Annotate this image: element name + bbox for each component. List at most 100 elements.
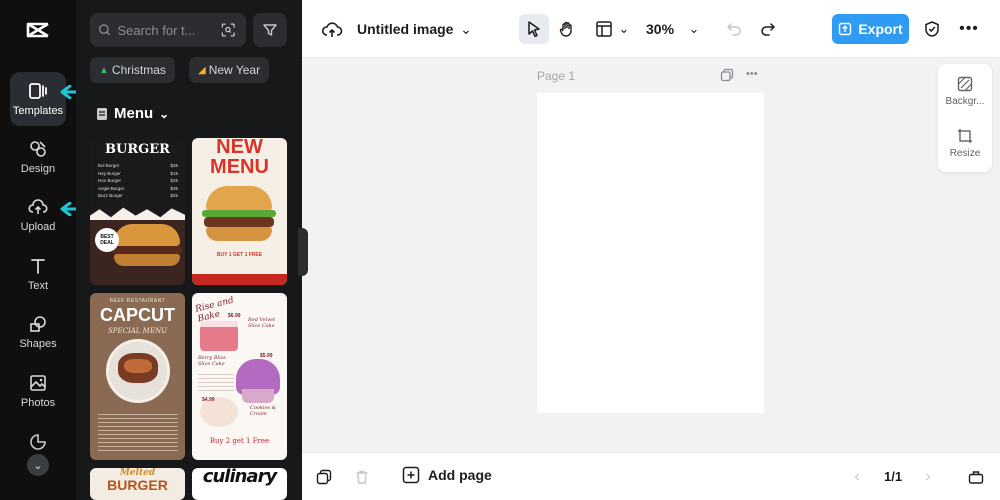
collapse-panel-handle[interactable] — [298, 228, 308, 276]
template-card-burger-menu[interactable]: BURGER Bol Burger $35 Hey Burger $15 Hoo B… — [90, 138, 185, 285]
christmas-tree-icon: ▲ — [99, 64, 109, 76]
resize-label: Resize — [949, 148, 981, 159]
chevron-down-icon: ⌄ — [159, 106, 170, 121]
redo-button[interactable] — [756, 17, 780, 41]
filter-button[interactable] — [253, 13, 287, 47]
party-popper-icon: ◢ — [198, 64, 206, 76]
chevron-left-icon: ‹ — [854, 468, 860, 485]
rail-label: Templates — [12, 105, 64, 117]
chevron-down-icon: ⌄ — [688, 21, 700, 36]
rail-item-text[interactable]: Text — [10, 247, 66, 301]
cloud-upload-icon — [321, 22, 343, 37]
select-tool-button[interactable] — [519, 14, 549, 44]
redo-icon — [761, 23, 775, 36]
bottom-bar: Add page ‹ 1/1 › — [302, 452, 1000, 500]
category-label: Menu — [114, 105, 154, 122]
layout-dropdown-button[interactable]: ⌄ — [612, 17, 636, 41]
upload-icon — [28, 199, 48, 214]
template-title: BURGER — [107, 477, 168, 493]
page-count: 1/1 — [884, 469, 903, 484]
template-card-capcut-special[interactable]: BEEF RESTAURANT CAPCUT SPECIAL MENU — [90, 293, 185, 460]
side-tools-panel: Backgr... Resize — [938, 64, 992, 172]
search-input[interactable] — [117, 22, 214, 38]
export-button[interactable]: Export — [832, 14, 909, 44]
hand-tool-button[interactable] — [555, 17, 579, 41]
document-title[interactable]: Untitled image — [357, 21, 453, 37]
cupcake-wrapper-graphic — [242, 389, 274, 403]
chip-label: Christmas — [111, 63, 166, 77]
text-icon — [31, 259, 45, 274]
page-more-icon[interactable]: ••• — [746, 68, 758, 82]
rail-label: Photos — [20, 397, 56, 409]
menu-lines-graphic — [98, 411, 178, 453]
pages-icon — [316, 469, 332, 485]
duplicate-page-icon[interactable] — [720, 68, 734, 82]
cursor-icon — [528, 21, 540, 38]
burger-bun-graphic — [114, 224, 180, 246]
add-page-button[interactable]: Add page — [402, 466, 492, 484]
resize-icon — [958, 129, 972, 143]
rail-item-design[interactable]: Design — [10, 130, 66, 184]
template-search[interactable] — [90, 13, 246, 47]
template-card-culinary[interactable]: culinary — [192, 468, 287, 500]
audio-icon[interactable] — [28, 432, 48, 452]
burger-bun-graphic — [206, 186, 272, 210]
product-name: Berry Bliss Slice Cake — [198, 355, 226, 367]
capcut-logo-icon[interactable] — [24, 16, 52, 44]
chip-new-year[interactable]: ◢ New Year — [189, 57, 270, 83]
undo-icon — [727, 23, 741, 36]
chip-label: New Year — [208, 63, 261, 77]
template-card-melted-burger[interactable]: Melted BURGER — [90, 468, 185, 500]
artboard-page[interactable] — [537, 93, 764, 413]
zoom-dropdown-button[interactable]: ⌄ — [682, 17, 706, 41]
image-search-icon[interactable] — [219, 19, 238, 41]
chevron-right-icon: › — [925, 468, 931, 485]
add-page-icon — [402, 466, 420, 484]
shapes-icon — [30, 316, 46, 332]
rail-item-templates[interactable]: Templates — [10, 72, 66, 126]
chevron-down-icon: ⌄ — [33, 459, 43, 472]
next-page-button[interactable]: › — [918, 467, 938, 487]
zoom-level[interactable]: 30% — [646, 21, 674, 37]
steak-highlight-graphic — [124, 359, 152, 373]
footer-band — [192, 274, 287, 285]
rail-label: Shapes — [19, 338, 57, 350]
templates-panel: ▲ Christmas ◢ New Year Menu ⌄ BURGER Bol… — [76, 0, 302, 500]
rail-label: Upload — [20, 221, 56, 233]
cloud-save-button[interactable] — [320, 17, 344, 41]
burger-lettuce-graphic — [202, 210, 276, 217]
more-options-button[interactable]: ••• — [957, 17, 981, 41]
template-kicker: BEEF RESTAURANT — [109, 298, 166, 304]
menu-doc-icon — [97, 107, 107, 120]
template-card-new-menu[interactable]: NEW MENU BUY 1 GET 1 FREE — [192, 138, 287, 285]
rail-item-photos[interactable]: Photos — [10, 364, 66, 418]
hand-icon — [559, 21, 572, 37]
chevron-down-icon: ⌄ — [460, 20, 472, 37]
toolbox-button[interactable] — [966, 467, 986, 487]
previous-page-button[interactable]: ‹ — [847, 467, 867, 487]
title-dropdown-button[interactable]: ⌄ — [454, 17, 478, 41]
background-tool[interactable]: Backgr... — [938, 76, 992, 107]
pages-overview-button[interactable] — [314, 467, 334, 487]
rail-more-button[interactable]: ⌄ — [27, 454, 49, 476]
price-tag: $6.99 — [228, 313, 241, 319]
menu-items: Bol Burger $35 Hey Burger $15 Hoo Burger $2… — [98, 163, 178, 199]
design-icon — [30, 141, 46, 157]
undo-button[interactable] — [722, 17, 746, 41]
product-name: Red Velvet Slice Cake — [248, 317, 276, 329]
template-card-rise-and-bake[interactable]: Rise and Bake $6.99 Red Velvet Slice Cak… — [192, 293, 287, 460]
chip-christmas[interactable]: ▲ Christmas — [90, 57, 175, 83]
more-horizontal-icon: ••• — [959, 20, 979, 37]
trash-icon — [356, 470, 368, 484]
delete-page-button[interactable] — [352, 467, 372, 487]
shield-button[interactable] — [920, 17, 944, 41]
export-icon — [839, 22, 852, 36]
template-title: BURGER — [105, 142, 170, 157]
rail-label: Text — [27, 280, 49, 292]
product-name: Cookies & Cream — [250, 405, 277, 417]
cake-frosting-graphic — [200, 321, 238, 327]
chevron-down-icon: ⌄ — [618, 21, 630, 36]
resize-tool[interactable]: Resize — [938, 128, 992, 159]
rail-item-shapes[interactable]: Shapes — [10, 305, 66, 359]
category-dropdown[interactable]: Menu ⌄ — [96, 105, 169, 122]
